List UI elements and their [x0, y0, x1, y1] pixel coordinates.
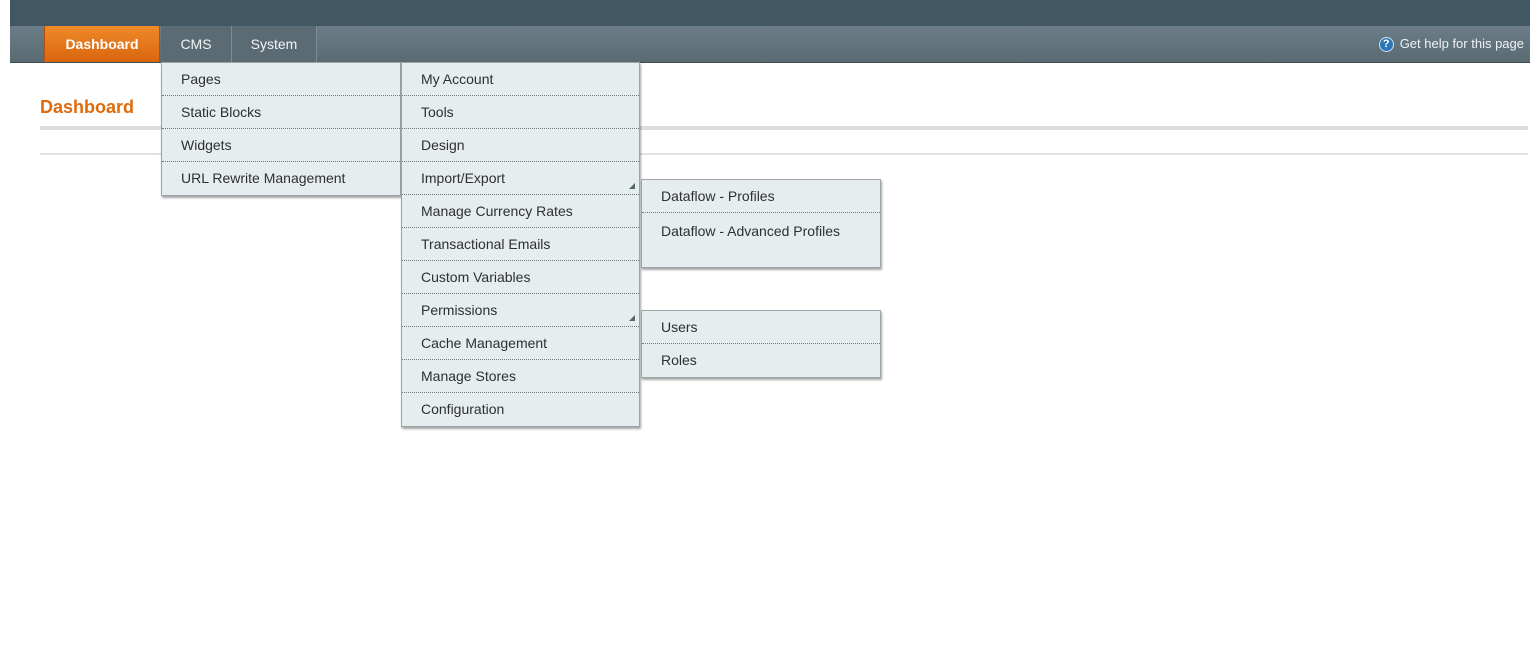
menu-item-tools[interactable]: Tools	[402, 96, 639, 129]
menu-item-configuration[interactable]: Configuration	[402, 393, 639, 426]
import-export-submenu: Dataflow - Profiles Dataflow - Advanced …	[641, 179, 881, 268]
menu-item-import-export-label: Import/Export	[421, 170, 506, 186]
menu-item-my-account[interactable]: My Account	[402, 63, 639, 96]
menu-item-custom-variables[interactable]: Custom Variables	[402, 261, 639, 294]
system-dropdown-menu: My Account Tools Design Import/Export Ma…	[401, 62, 640, 427]
menu-item-dataflow-profiles[interactable]: Dataflow - Profiles	[642, 180, 880, 213]
menu-item-roles[interactable]: Roles	[642, 344, 880, 377]
menu-item-cache-management[interactable]: Cache Management	[402, 327, 639, 360]
menu-item-dataflow-advanced-profiles[interactable]: Dataflow - Advanced Profiles	[642, 213, 880, 267]
menu-item-permissions-label: Permissions	[421, 302, 498, 318]
menu-item-manage-stores[interactable]: Manage Stores	[402, 360, 639, 393]
nav-tab-cms[interactable]: CMS	[161, 26, 232, 62]
menu-item-manage-currency-rates[interactable]: Manage Currency Rates	[402, 195, 639, 228]
nav-tab-dashboard[interactable]: Dashboard	[44, 26, 160, 62]
menu-item-import-export[interactable]: Import/Export	[402, 162, 639, 195]
menu-item-transactional-emails[interactable]: Transactional Emails	[402, 228, 639, 261]
admin-header-bar	[10, 0, 1530, 27]
help-link[interactable]: ? Get help for this page	[1378, 26, 1524, 62]
submenu-arrow-icon	[629, 315, 635, 321]
cms-dropdown-menu: Pages Static Blocks Widgets URL Rewrite …	[161, 62, 401, 196]
menu-item-static-blocks[interactable]: Static Blocks	[162, 96, 400, 129]
menu-item-url-rewrite-management[interactable]: URL Rewrite Management	[162, 162, 400, 195]
menu-item-design[interactable]: Design	[402, 129, 639, 162]
main-nav-bar: Dashboard CMS System ? Get help for this…	[10, 26, 1530, 63]
menu-item-pages[interactable]: Pages	[162, 63, 400, 96]
menu-item-widgets[interactable]: Widgets	[162, 129, 400, 162]
menu-item-permissions[interactable]: Permissions	[402, 294, 639, 327]
help-link-label: Get help for this page	[1399, 36, 1524, 51]
permissions-submenu: Users Roles	[641, 310, 881, 378]
nav-tab-system[interactable]: System	[232, 26, 317, 62]
page-title: Dashboard	[40, 97, 135, 117]
question-circle-icon: ?	[1378, 36, 1394, 52]
menu-item-users[interactable]: Users	[642, 311, 880, 344]
submenu-arrow-icon	[629, 183, 635, 189]
